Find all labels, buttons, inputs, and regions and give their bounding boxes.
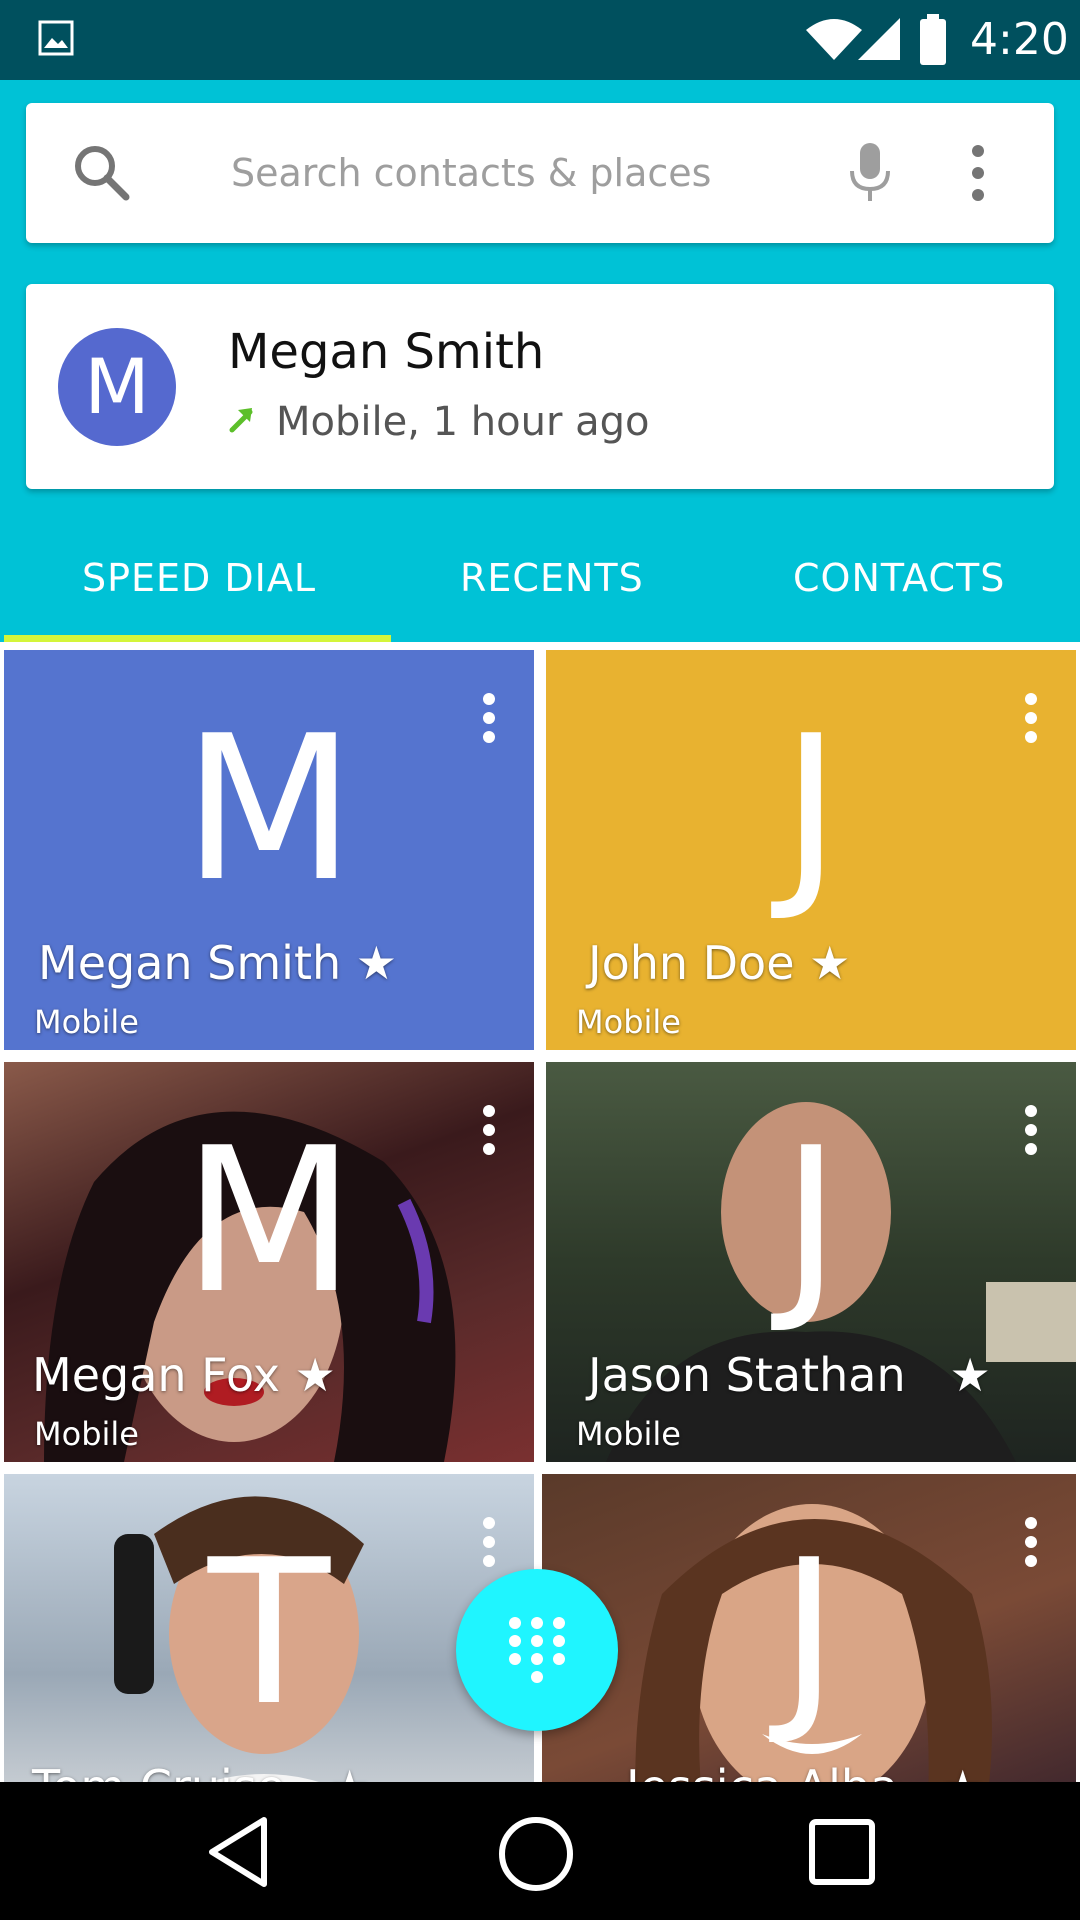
tile-name: John Doe ★	[588, 936, 851, 990]
battery-icon	[920, 14, 946, 65]
navigation-bar	[0, 1782, 1080, 1920]
tile-label: Mobile	[576, 1415, 681, 1453]
dialpad-icon	[509, 1617, 565, 1683]
more-vert-icon[interactable]	[482, 1104, 496, 1156]
tab-contacts[interactable]: CONTACTS	[793, 552, 1005, 604]
tile-letter: J	[779, 1517, 839, 1750]
more-vert-icon[interactable]	[1024, 1104, 1038, 1156]
tile-name: Megan Smith ★	[38, 936, 397, 990]
recent-apps-icon[interactable]	[808, 1818, 876, 1886]
avatar: M	[58, 328, 176, 446]
tile-label: Mobile	[34, 1415, 139, 1453]
wifi-icon	[806, 19, 862, 60]
recent-call-card[interactable]: M Megan Smith Mobile, 1 hour ago	[26, 284, 1054, 489]
more-vert-icon[interactable]	[970, 143, 986, 203]
speed-dial-tile[interactable]: M Megan Fox ★ Mobile	[4, 1062, 534, 1462]
tile-letter: M	[182, 1105, 356, 1338]
status-time: 4:20	[970, 14, 1069, 65]
search-input[interactable]: Search contacts & places	[231, 147, 711, 199]
tile-label: Mobile	[34, 1003, 139, 1041]
tile-letter: J	[781, 693, 841, 926]
recent-call-detail: Mobile, 1 hour ago	[276, 399, 650, 445]
tile-letter: M	[182, 693, 356, 926]
more-vert-icon[interactable]	[1024, 692, 1038, 744]
mic-icon[interactable]	[848, 141, 892, 205]
tile-label: Mobile	[576, 1003, 681, 1041]
dialpad-button[interactable]	[456, 1569, 618, 1731]
search-bar[interactable]: Search contacts & places	[26, 103, 1054, 243]
tile-name: Tom Cruise ★	[32, 1759, 370, 1782]
tile-name: Megan Fox ★	[32, 1348, 336, 1402]
tab-speed-dial[interactable]: SPEED DIAL	[82, 552, 316, 604]
tile-name: Jason Stathan ★	[588, 1348, 991, 1402]
tile-letter: T	[207, 1517, 331, 1750]
tile-name: Jessica Alba ★	[626, 1759, 983, 1782]
more-vert-icon[interactable]	[482, 1516, 496, 1568]
back-icon[interactable]	[206, 1816, 270, 1888]
home-icon[interactable]	[498, 1816, 574, 1892]
tab-indicator	[4, 635, 391, 642]
status-bar: 4:20	[0, 0, 1080, 80]
more-vert-icon[interactable]	[482, 692, 496, 744]
signal-icon	[858, 18, 900, 60]
speed-dial-tile[interactable]: T Tom Cruise ★	[4, 1474, 534, 1782]
more-vert-icon[interactable]	[1024, 1516, 1038, 1568]
tab-bar: SPEED DIAL RECENTS CONTACTS	[0, 530, 1080, 642]
search-icon[interactable]	[70, 141, 132, 203]
outgoing-call-icon	[229, 408, 253, 433]
speed-dial-tile[interactable]: J Jason Stathan ★ Mobile	[546, 1062, 1076, 1462]
tile-letter: J	[781, 1105, 841, 1338]
recent-call-name: Megan Smith	[228, 324, 545, 380]
tab-recents[interactable]: RECENTS	[460, 552, 644, 604]
image-icon	[38, 20, 74, 56]
speed-dial-tile[interactable]: J Jessica Alba ★	[542, 1474, 1076, 1782]
speed-dial-tile[interactable]: M Megan Smith ★ Mobile	[4, 650, 534, 1050]
speed-dial-tile[interactable]: J John Doe ★ Mobile	[546, 650, 1076, 1050]
